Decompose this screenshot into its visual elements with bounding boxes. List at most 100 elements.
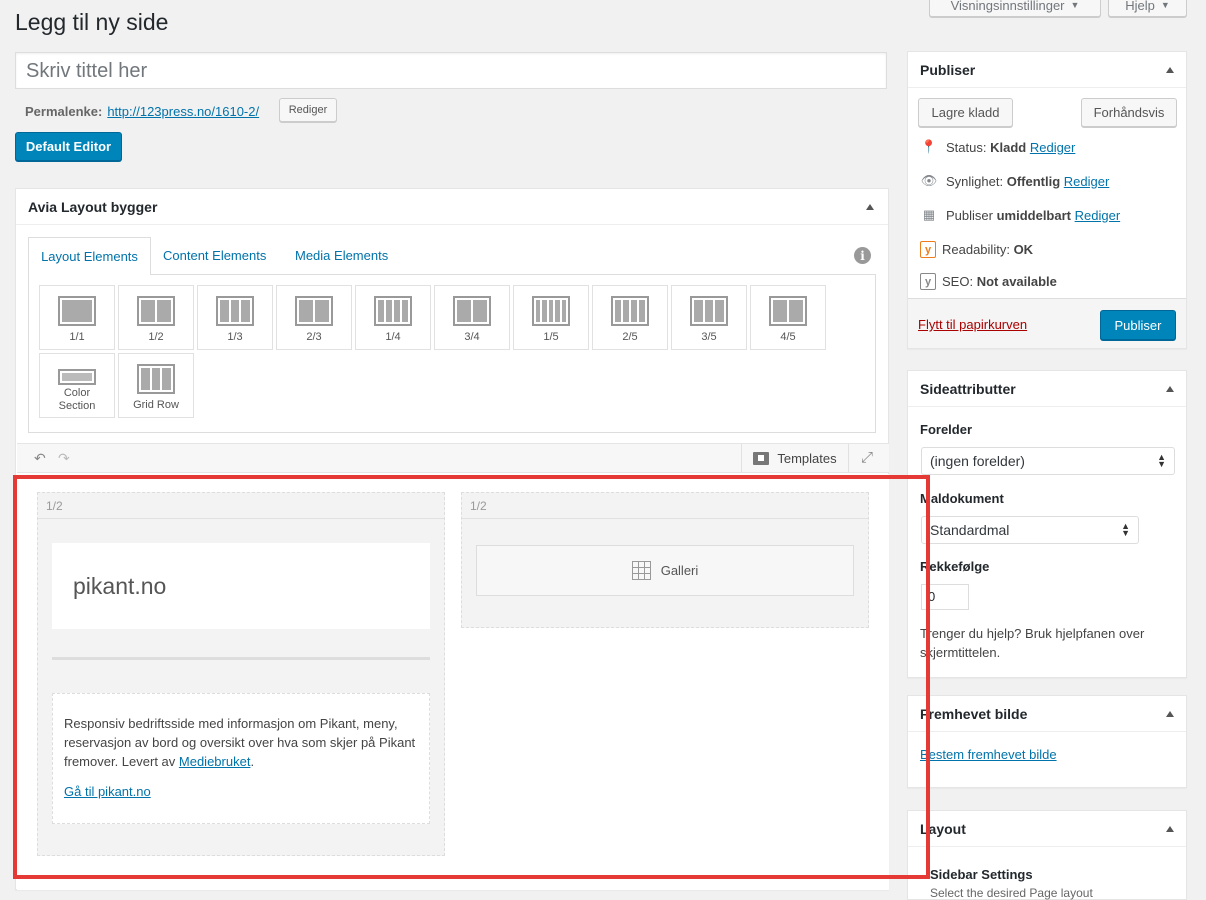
layout-header[interactable]: Layout bbox=[908, 811, 1186, 847]
builder-header[interactable]: Avia Layout bygger bbox=[16, 189, 888, 225]
fullscreen-icon[interactable]: ⤢ bbox=[861, 449, 873, 466]
column-half-2[interactable]: 1/2 Galleri bbox=[461, 492, 869, 628]
collapse-arrow-icon[interactable] bbox=[1166, 66, 1174, 73]
layout-element-label: 1/4 bbox=[385, 331, 401, 343]
publish-header[interactable]: Publiser bbox=[908, 52, 1186, 88]
column-half-1[interactable]: 1/2 pikant.no Responsiv bedriftsside med… bbox=[37, 492, 445, 856]
tab-content-elements[interactable]: Content Elements bbox=[163, 248, 266, 263]
screen-options-button[interactable]: Visningsinnstillinger ▼ bbox=[929, 0, 1101, 17]
parent-select[interactable]: (ingen forelder) ▲ ▼ bbox=[921, 447, 1175, 475]
publish-title: Publiser bbox=[920, 61, 976, 78]
column-size-label: 1/2 bbox=[462, 493, 868, 519]
column-layout-icon bbox=[58, 296, 96, 326]
layout-element-label: Grid Row bbox=[133, 399, 179, 411]
column-layout-icon bbox=[295, 296, 333, 326]
template-select[interactable]: Standardmal ▲ ▼ bbox=[921, 516, 1139, 544]
page-attributes-header[interactable]: Sideattributter bbox=[908, 371, 1186, 407]
tab-layout-elements[interactable]: Layout Elements bbox=[28, 237, 151, 275]
help-text: Trenger du hjelp? Bruk hjelpfanen over s… bbox=[920, 626, 1145, 660]
layout-element-label: Color Section bbox=[57, 387, 97, 413]
column-size-label: 1/2 bbox=[38, 493, 444, 519]
trash-link[interactable]: Flytt til papirkurven bbox=[918, 317, 1027, 332]
layout-element-button[interactable]: Color Section bbox=[39, 353, 115, 418]
column-layout-icon bbox=[532, 296, 570, 326]
layout-element-label: 1/5 bbox=[543, 331, 559, 343]
mediebruket-link[interactable]: Mediebruket bbox=[179, 754, 251, 769]
layout-element-button[interactable]: 2/5 bbox=[592, 285, 668, 350]
publish-box: Publiser Lagre kladd Forhåndsvis 📍 Statu… bbox=[907, 51, 1187, 349]
publish-button[interactable]: Publiser bbox=[1100, 310, 1176, 340]
preview-button[interactable]: Forhåndsvis bbox=[1081, 98, 1177, 127]
page-attributes-box: Sideattributter Forelder (ingen forelder… bbox=[907, 370, 1187, 678]
layout-element-button[interactable]: 3/5 bbox=[671, 285, 747, 350]
layout-element-button[interactable]: 4/5 bbox=[750, 285, 826, 350]
layout-element-button[interactable]: 1/5 bbox=[513, 285, 589, 350]
template-label: Maldokument bbox=[920, 491, 1004, 506]
heading-text: pikant.no bbox=[73, 573, 167, 599]
status-row: 📍 Status: Kladd Rediger bbox=[920, 139, 1076, 155]
help-button[interactable]: Hjelp ▼ bbox=[1108, 0, 1187, 17]
layout-element-button[interactable]: 1/4 bbox=[355, 285, 431, 350]
layout-element-button[interactable]: 1/1 bbox=[39, 285, 115, 350]
text-element[interactable]: Responsiv bedriftsside med informasjon o… bbox=[52, 693, 430, 824]
column-layout-icon bbox=[137, 296, 175, 326]
templates-button[interactable]: Templates bbox=[741, 444, 849, 473]
text-paragraph: Responsiv bedriftsside med informasjon o… bbox=[64, 716, 416, 769]
tab-media-elements[interactable]: Media Elements bbox=[295, 248, 388, 263]
collapse-arrow-icon[interactable] bbox=[1166, 710, 1174, 717]
schedule-edit-link[interactable]: Rediger bbox=[1075, 208, 1121, 223]
gallery-label: Galleri bbox=[660, 563, 699, 578]
caret-down-icon: ▼ bbox=[1160, 0, 1170, 10]
column-layout-icon bbox=[611, 296, 649, 326]
visit-link[interactable]: Gå til pikant.no bbox=[64, 784, 151, 799]
layout-element-button[interactable]: 3/4 bbox=[434, 285, 510, 350]
sidebar-settings-label: Sidebar Settings bbox=[930, 867, 1033, 882]
layout-box: Layout Sidebar Settings Select the desir… bbox=[907, 810, 1187, 900]
permalink-row: Permalenke: http://123press.no/1610-2/ bbox=[25, 99, 263, 123]
select-arrows-icon: ▲ ▼ bbox=[1157, 452, 1166, 469]
eye-icon: 👁 bbox=[920, 173, 938, 188]
title-input[interactable]: Skriv tittel her bbox=[15, 52, 887, 89]
yoast-icon: y bbox=[920, 241, 936, 258]
info-icon[interactable]: i bbox=[854, 247, 871, 264]
builder-tab-bar: Layout Elements Content Elements Media E… bbox=[28, 237, 876, 275]
order-label: Rekkefølge bbox=[920, 559, 990, 574]
layout-title: Layout bbox=[920, 820, 966, 837]
layout-element-label: 1/2 bbox=[148, 331, 164, 343]
layout-element-button[interactable]: 1/3 bbox=[197, 285, 273, 350]
collapse-arrow-icon[interactable] bbox=[1166, 385, 1174, 392]
status-edit-link[interactable]: Rediger bbox=[1030, 140, 1076, 155]
layout-element-button[interactable]: 1/2 bbox=[118, 285, 194, 350]
visibility-edit-link[interactable]: Rediger bbox=[1064, 174, 1110, 189]
set-featured-image-link[interactable]: Bestem fremhevet bilde bbox=[920, 747, 1057, 762]
column-layout-icon bbox=[374, 296, 412, 326]
yoast-icon: y bbox=[920, 273, 936, 290]
permalink-label: Permalenke: bbox=[25, 103, 103, 119]
order-input[interactable]: 0 bbox=[921, 584, 969, 610]
permalink-url[interactable]: http://123press.no/1610-2/ bbox=[107, 104, 259, 119]
layout-element-button[interactable]: 2/3 bbox=[276, 285, 352, 350]
layout-element-button[interactable]: Grid Row bbox=[118, 353, 194, 418]
layout-element-label: 2/3 bbox=[306, 331, 322, 343]
layout-elements-panel: 1/1 1/2 1/3 2/3 1/4 3/4 1/5 2/5 3/5 4/5 Color Sect… bbox=[28, 274, 876, 433]
column-layout-icon bbox=[58, 369, 96, 385]
layout-element-label: 1/3 bbox=[227, 331, 243, 343]
permalink-edit-button[interactable]: Rediger bbox=[279, 98, 337, 122]
redo-icon[interactable]: ↷ bbox=[58, 450, 70, 467]
column-layout-icon bbox=[690, 296, 728, 326]
save-draft-button[interactable]: Lagre kladd bbox=[918, 98, 1013, 127]
caret-down-icon: ▼ bbox=[1070, 0, 1080, 10]
layout-element-label: 3/4 bbox=[464, 331, 480, 343]
featured-image-header[interactable]: Fremhevet bilde bbox=[908, 696, 1186, 732]
default-editor-button[interactable]: Default Editor bbox=[15, 132, 122, 161]
undo-icon[interactable]: ↶ bbox=[34, 450, 46, 467]
heading-element[interactable]: pikant.no bbox=[52, 543, 430, 629]
collapse-arrow-icon[interactable] bbox=[866, 203, 874, 210]
page-attributes-title: Sideattributter bbox=[920, 380, 1016, 397]
collapse-arrow-icon[interactable] bbox=[1166, 825, 1174, 832]
gallery-element[interactable]: Galleri bbox=[476, 545, 854, 596]
column-layout-icon bbox=[137, 364, 175, 394]
layout-element-label: 3/5 bbox=[701, 331, 717, 343]
schedule-row: ▦ Publiser umiddelbart Rediger bbox=[920, 207, 1120, 223]
readability-row: y Readability: OK bbox=[920, 241, 1033, 258]
